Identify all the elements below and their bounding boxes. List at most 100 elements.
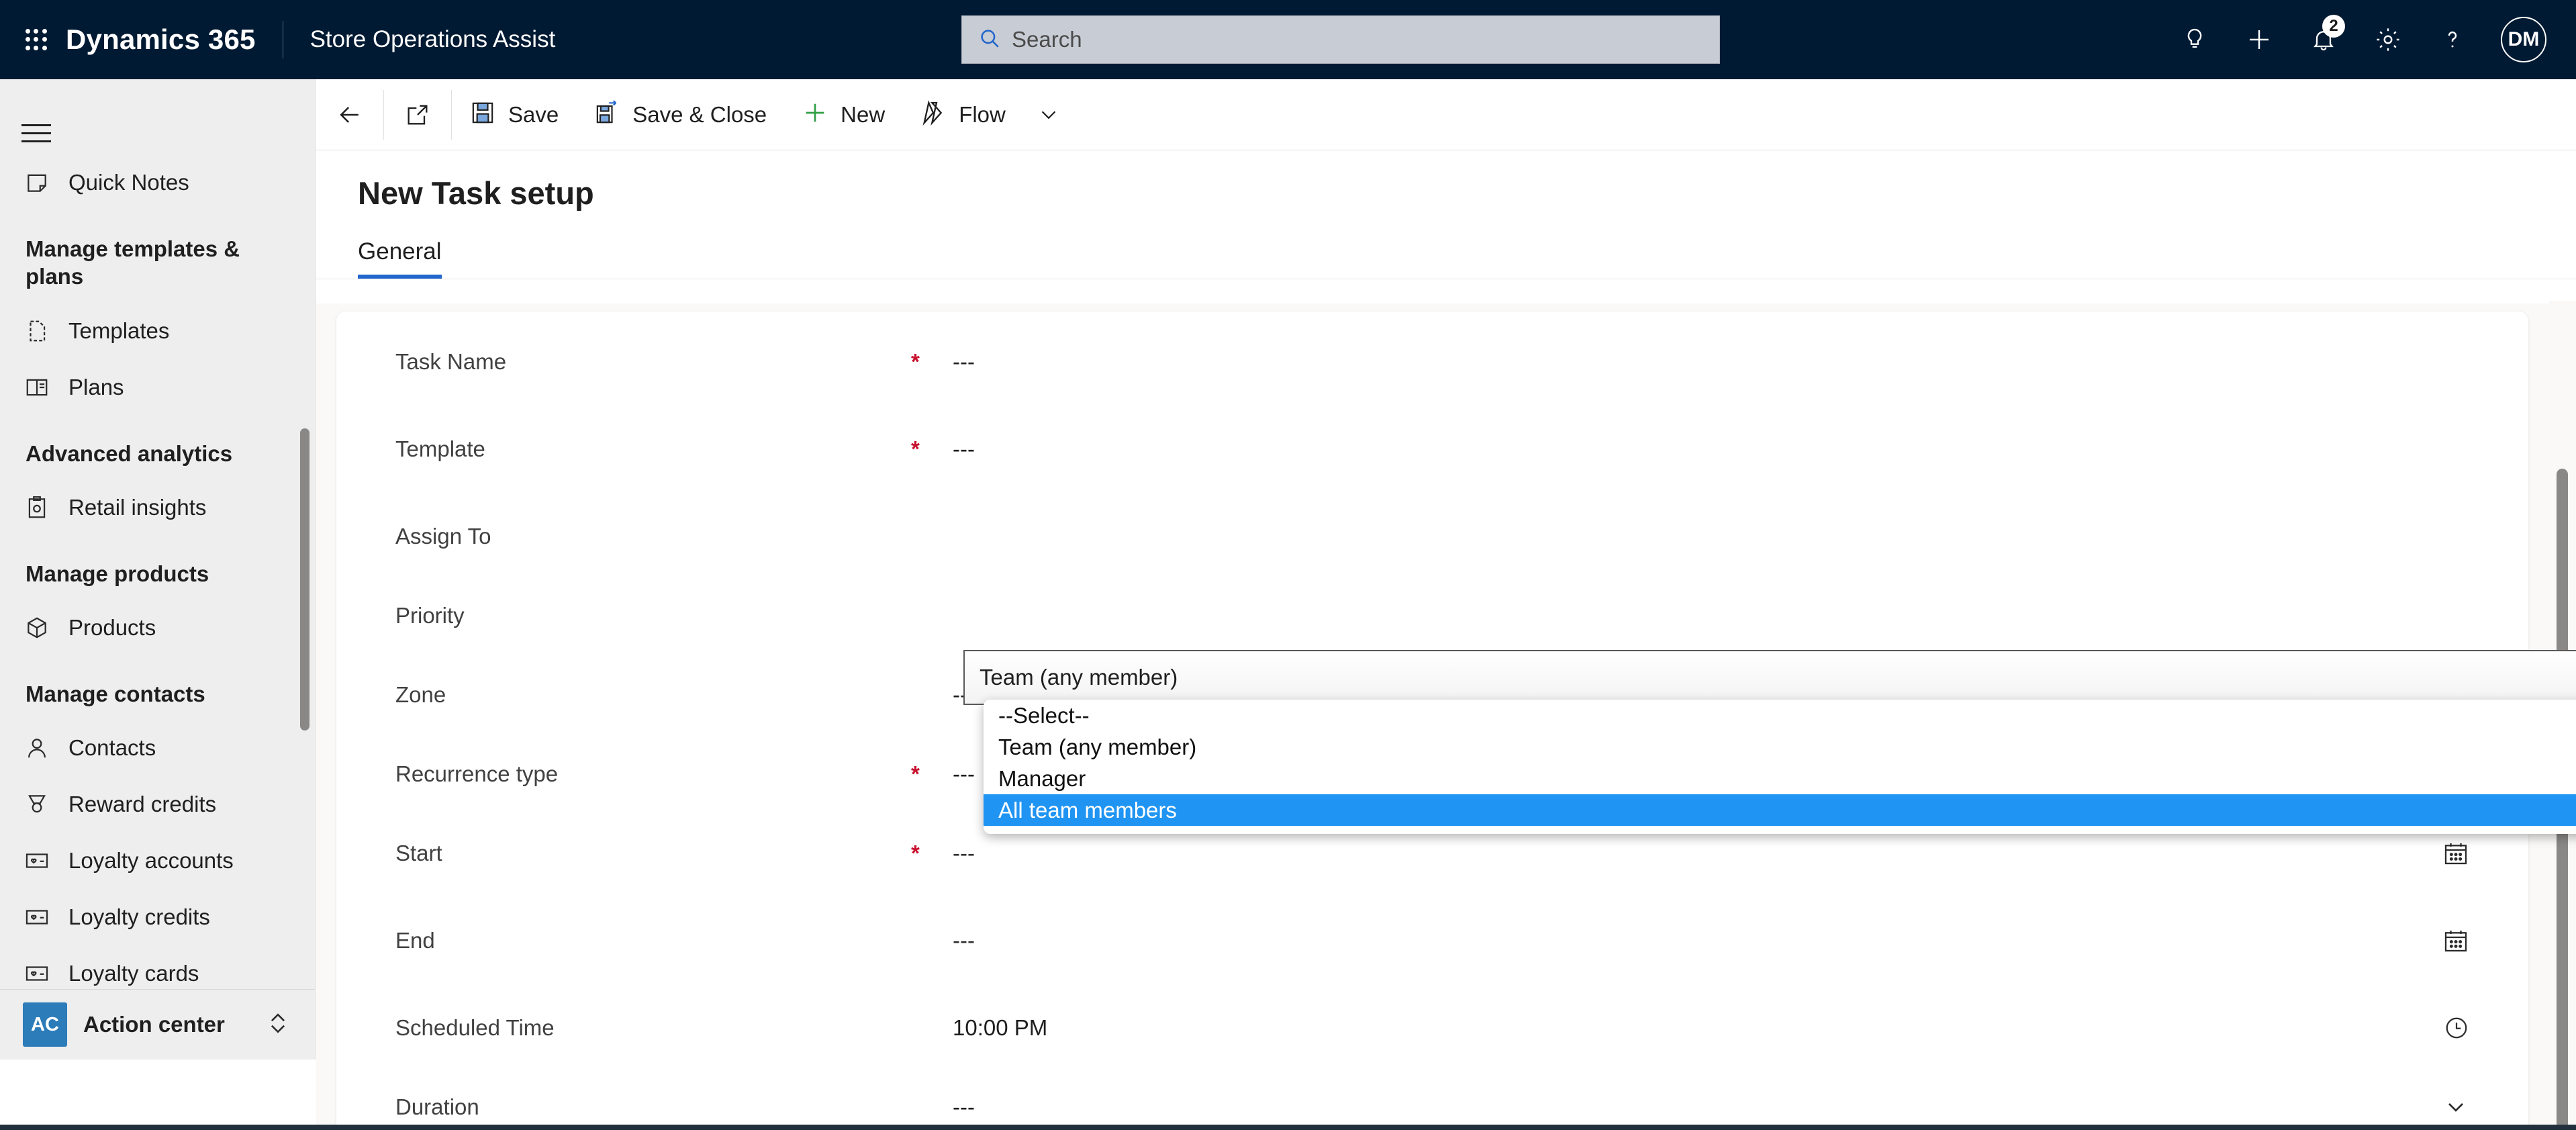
plus-icon[interactable]	[2227, 0, 2291, 79]
sidebar-item-label: Quick Notes	[68, 170, 189, 195]
save-icon	[469, 99, 496, 130]
new-button[interactable]: New	[784, 79, 902, 150]
field-priority: Priority	[336, 576, 2528, 655]
save-close-icon	[593, 99, 620, 130]
chevron-down-icon[interactable]	[2442, 1094, 2469, 1121]
field-scheduled-time: Scheduled Time 10:00 PM	[336, 988, 2528, 1068]
save-and-close-button[interactable]: Save & Close	[576, 79, 784, 150]
back-arrow-icon[interactable]	[316, 79, 383, 150]
medal-icon	[23, 790, 51, 818]
sidebar-item-templates[interactable]: Templates	[0, 303, 315, 359]
field-label: End	[395, 928, 435, 953]
gear-icon[interactable]	[2356, 0, 2420, 79]
app-name-label: Store Operations Assist	[309, 26, 556, 52]
bell-icon[interactable]: 2	[2291, 0, 2356, 79]
header-actions: 2 DM	[2162, 0, 2576, 79]
sidebar-item-loyalty-credits[interactable]: Loyalty credits	[0, 889, 315, 945]
field-label: Recurrence type	[395, 761, 559, 786]
required-asterisk: *	[911, 349, 920, 374]
sidebar-item-label: Templates	[68, 318, 170, 343]
sidebar-item-label: Retail insights	[68, 494, 207, 520]
save-label: Save	[508, 101, 559, 127]
plans-icon	[23, 373, 51, 402]
field-value[interactable]: ---	[953, 928, 975, 953]
note-icon	[23, 169, 51, 197]
plus-icon	[802, 99, 828, 130]
sidebar-navigation: Quick Notes Manage templates & plans Tem…	[0, 79, 316, 1060]
sidebar-item-label: Loyalty credits	[68, 904, 210, 930]
field-task-name: Task Name * ---	[336, 322, 2528, 402]
sidebar-item-label: Reward credits	[68, 792, 217, 817]
sidebar-item-plans[interactable]: Plans	[0, 359, 315, 416]
question-icon[interactable]	[2420, 0, 2485, 79]
save-button[interactable]: Save	[452, 79, 576, 150]
field-label: Assign To	[395, 524, 491, 549]
sidebar-item-contacts[interactable]: Contacts	[0, 720, 315, 776]
card-icon	[23, 847, 51, 875]
field-value[interactable]: ---	[953, 349, 975, 375]
sidebar-group-manage-templates: Manage templates & plans	[26, 236, 240, 289]
updown-chevron-icon[interactable]	[263, 1008, 293, 1041]
box-icon	[23, 614, 51, 642]
field-label: Scheduled Time	[395, 1015, 555, 1040]
flow-button[interactable]: Flow	[902, 79, 1023, 150]
field-label: Template	[395, 436, 485, 461]
popout-icon[interactable]	[384, 79, 451, 150]
action-center-badge: AC	[23, 1002, 67, 1047]
field-template: Template * ---	[336, 410, 2528, 489]
sidebar-item-products[interactable]: Products	[0, 600, 315, 656]
required-asterisk: *	[911, 761, 920, 786]
field-label: Start	[395, 841, 442, 865]
sidebar-item-quick-notes[interactable]: Quick Notes	[0, 154, 315, 211]
field-label: Duration	[395, 1094, 479, 1119]
hamburger-icon[interactable]	[21, 111, 64, 154]
dropdown-option[interactable]: Manager	[984, 763, 2576, 794]
tab-general[interactable]: General	[358, 238, 442, 279]
sidebar-item-label: Loyalty accounts	[68, 848, 234, 874]
clock-icon[interactable]	[2444, 1015, 2469, 1041]
field-duration: Duration ---	[336, 1068, 2528, 1130]
search-input[interactable]	[1012, 19, 1643, 60]
calendar-icon[interactable]	[2442, 840, 2469, 867]
sidebar-item-loyalty-accounts[interactable]: Loyalty accounts	[0, 833, 315, 889]
template-icon	[23, 317, 51, 345]
save-and-close-label: Save & Close	[632, 101, 767, 127]
sidebar-item-retail-insights[interactable]: Retail insights	[0, 479, 315, 536]
page-title: New Task setup	[358, 175, 594, 211]
assign-to-combobox[interactable]: Team (any member)	[963, 650, 2576, 705]
field-assign-to: Assign To	[336, 497, 2528, 576]
global-search-box[interactable]	[961, 15, 1720, 64]
card-icon	[23, 903, 51, 931]
dropdown-option-selected[interactable]: All team members	[984, 794, 2576, 826]
lightbulb-icon[interactable]	[2162, 0, 2227, 79]
flow-label: Flow	[959, 101, 1006, 127]
field-value[interactable]: ---	[953, 436, 975, 462]
sidebar-item-reward-credits[interactable]: Reward credits	[0, 776, 315, 833]
sidebar-scrollbar[interactable]	[300, 428, 309, 731]
field-label: Zone	[395, 682, 446, 707]
action-center-button[interactable]: AC Action center	[0, 989, 315, 1060]
field-value[interactable]: ---	[953, 841, 975, 866]
field-label: Priority	[395, 603, 465, 628]
field-end: End ---	[336, 901, 2528, 980]
dropdown-option[interactable]: --Select--	[984, 700, 2576, 731]
assign-to-selected-value: Team (any member)	[980, 665, 1178, 690]
dropdown-option[interactable]: Team (any member)	[984, 731, 2576, 763]
required-asterisk: *	[911, 841, 920, 865]
field-value[interactable]: ---	[953, 1094, 975, 1120]
notification-badge: 2	[2322, 15, 2345, 38]
app-launcher-icon[interactable]	[21, 25, 51, 54]
field-value[interactable]: 10:00 PM	[953, 1015, 1047, 1041]
assign-to-dropdown-list[interactable]: --Select-- Team (any member) Manager All…	[984, 700, 2576, 834]
sidebar-item-label: Products	[68, 615, 156, 640]
calendar-icon[interactable]	[2442, 927, 2469, 954]
card-icon	[23, 959, 51, 988]
flow-icon	[920, 99, 947, 130]
dynamics365-app-window: Dynamics 365 Store Operations Assist Sea…	[0, 0, 2576, 1130]
insights-icon	[23, 493, 51, 522]
sidebar-group-manage-products: Manage products	[26, 561, 209, 586]
person-icon	[23, 734, 51, 762]
avatar[interactable]: DM	[2501, 17, 2546, 62]
chevron-down-icon[interactable]	[1023, 79, 1074, 150]
field-value[interactable]: ---	[953, 761, 975, 787]
